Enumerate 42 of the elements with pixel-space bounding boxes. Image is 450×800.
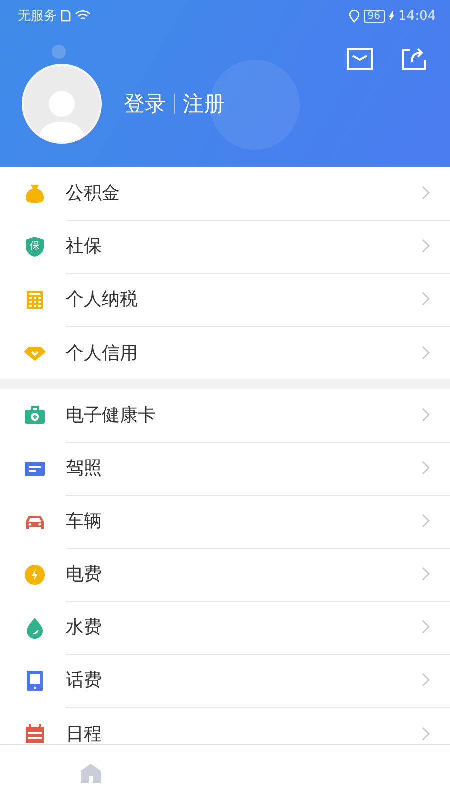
clock: 14:04 xyxy=(398,8,436,24)
chevron-icon xyxy=(422,461,430,475)
menu-item[interactable]: 公积金 xyxy=(66,181,422,205)
chevron-icon xyxy=(422,408,430,422)
charging-icon xyxy=(388,11,395,21)
decorative-dot xyxy=(52,45,66,59)
sim-icon xyxy=(61,10,71,22)
water-drop-icon xyxy=(24,616,46,638)
battery-level: 96 xyxy=(364,10,385,22)
menu-item[interactable]: 社保 xyxy=(66,234,422,258)
chevron-icon xyxy=(422,239,430,253)
menu-item[interactable]: 个人纳税 xyxy=(66,287,422,311)
chevron-icon xyxy=(422,346,430,360)
bill-icon xyxy=(24,670,46,692)
chevron-icon xyxy=(422,726,430,740)
mail-icon[interactable] xyxy=(346,46,374,72)
menu-item[interactable]: 个人信用 xyxy=(66,340,422,364)
money-bag-icon xyxy=(24,182,46,204)
chevron-icon xyxy=(422,673,430,687)
chevron-icon xyxy=(422,514,430,528)
menu-item[interactable]: 驾照 xyxy=(66,456,422,480)
calculator-icon xyxy=(24,288,46,310)
menu-item[interactable]: 话费 xyxy=(66,668,422,692)
carrier-status: 无服务 xyxy=(18,8,57,25)
chevron-icon xyxy=(422,292,430,306)
share-icon[interactable] xyxy=(400,46,428,72)
menu-item[interactable]: 车辆 xyxy=(66,509,422,533)
menu-item[interactable]: 电子健康卡 xyxy=(66,403,422,427)
wifi-icon xyxy=(75,10,91,22)
location-icon xyxy=(348,10,360,22)
register-link[interactable]: 注册 xyxy=(183,90,225,118)
menu-item[interactable]: 电费 xyxy=(66,562,422,586)
chevron-icon xyxy=(422,186,430,200)
calendar-icon xyxy=(24,722,46,744)
login-link[interactable]: 登录 xyxy=(124,90,166,118)
chevron-icon xyxy=(422,620,430,634)
lightning-icon xyxy=(24,564,46,586)
menu-item[interactable]: 水费 xyxy=(66,615,422,639)
medical-kit-icon xyxy=(24,404,46,426)
chevron-icon xyxy=(422,567,430,581)
menu-item[interactable]: 日程 xyxy=(66,722,422,746)
shield-icon: 保 xyxy=(24,236,46,258)
